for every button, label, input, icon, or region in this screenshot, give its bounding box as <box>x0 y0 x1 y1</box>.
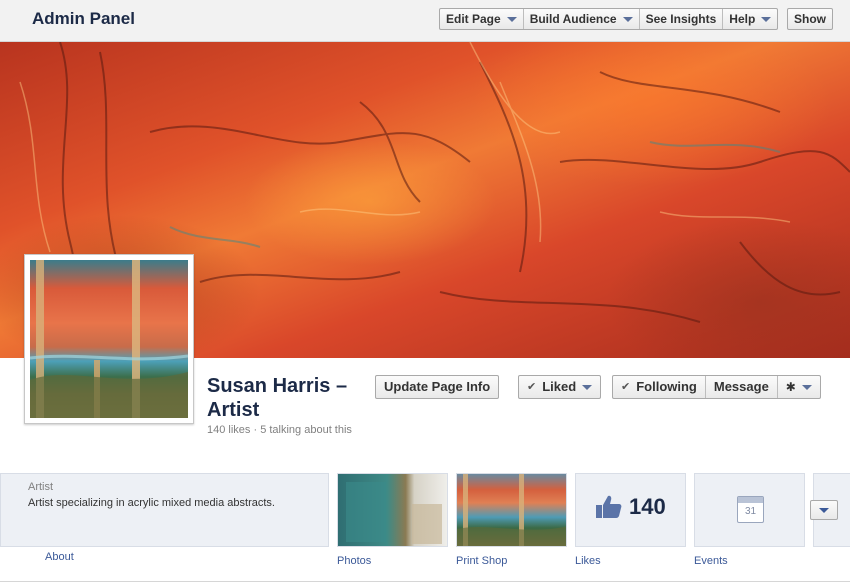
thumbs-up-icon <box>596 495 622 518</box>
profile-picture[interactable] <box>24 254 194 424</box>
following-button[interactable]: ✔ Following <box>613 376 706 398</box>
build-audience-button[interactable]: Build Audience <box>524 9 640 29</box>
check-icon: ✔ <box>621 381 631 393</box>
events-link[interactable]: Events <box>694 555 728 567</box>
calendar-day: 31 <box>744 506 757 517</box>
photos-tile[interactable] <box>337 473 448 547</box>
admin-panel-title: Admin Panel <box>32 9 135 28</box>
caret-down-icon <box>761 16 772 22</box>
update-page-info-label: Update Page Info <box>384 379 491 394</box>
gear-icon: ✱ <box>785 380 796 394</box>
page-stats: 140 likes · 5 talking about this <box>207 424 352 436</box>
more-apps-button[interactable] <box>810 500 838 520</box>
likes-tile[interactable]: 140 <box>575 473 686 547</box>
likes-link[interactable]: Likes <box>575 555 601 567</box>
photos-link[interactable]: Photos <box>337 555 371 567</box>
calendar-icon: 31 <box>737 496 764 523</box>
likes-content: 140 <box>595 494 666 520</box>
photos-thumbnail <box>346 482 442 544</box>
caret-down-icon <box>622 16 633 22</box>
edit-page-button[interactable]: Edit Page <box>440 9 524 29</box>
following-message-group: ✔ Following Message ✱ <box>612 375 821 399</box>
caret-down-icon <box>819 507 829 513</box>
page-title: Susan Harris – Artist <box>207 375 348 421</box>
following-label: Following <box>636 379 697 394</box>
check-icon: ✔ <box>527 381 537 393</box>
about-description: Artist specializing in acrylic mixed med… <box>28 497 275 509</box>
edit-page-label: Edit Page <box>446 12 501 26</box>
caret-down-icon <box>582 384 593 390</box>
show-button[interactable]: Show <box>787 8 833 30</box>
print-shop-tile[interactable] <box>456 473 567 547</box>
see-insights-button[interactable]: See Insights <box>640 9 724 29</box>
help-button[interactable]: Help <box>723 9 777 29</box>
liked-segment: ✔ Liked <box>519 376 600 398</box>
print-shop-thumbnail <box>457 474 566 546</box>
message-label: Message <box>713 379 769 394</box>
caret-down-icon <box>506 16 517 22</box>
events-tile[interactable]: 31 <box>694 473 805 547</box>
message-button[interactable]: Message <box>706 376 778 398</box>
about-link[interactable]: About <box>45 551 74 563</box>
print-shop-link[interactable]: Print Shop <box>456 555 507 567</box>
admin-bar: Admin Panel Edit Page Build Audience See… <box>0 0 850 42</box>
see-insights-label: See Insights <box>645 12 717 26</box>
liked-label: Liked <box>542 379 577 394</box>
profile-artwork-texture <box>30 260 188 418</box>
profile-artwork <box>30 260 188 418</box>
likes-count: 140 <box>629 494 666 519</box>
update-page-info-button[interactable]: Update Page Info <box>375 375 500 399</box>
help-label: Help <box>729 12 756 26</box>
divider <box>0 581 850 582</box>
caret-down-icon <box>801 384 812 390</box>
about-category: Artist <box>28 481 54 493</box>
build-audience-label: Build Audience <box>529 12 617 26</box>
liked-button[interactable]: ✔ Liked <box>518 375 602 399</box>
settings-button[interactable]: ✱ <box>778 376 820 398</box>
admin-menu-group: Edit Page Build Audience See Insights He… <box>439 8 779 30</box>
